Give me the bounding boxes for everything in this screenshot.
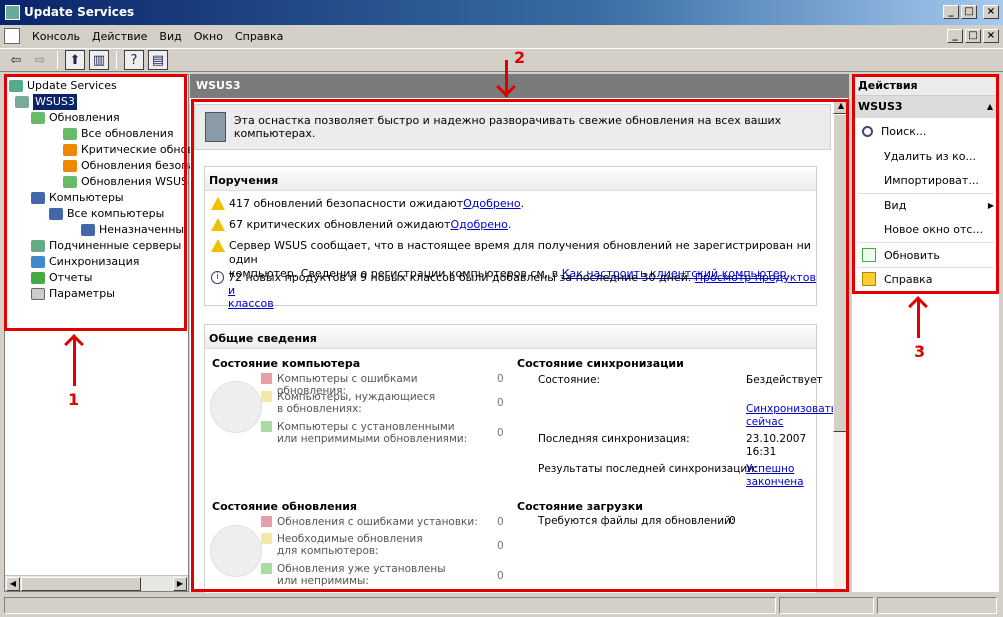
app-icon — [5, 5, 20, 20]
mdi-minimize-button[interactable]: _ — [947, 29, 963, 43]
forward-arrow-icon[interactable]: ⇨ — [30, 50, 50, 70]
annotation-label-1: 1 — [68, 390, 80, 409]
menu-window[interactable]: Окно — [188, 30, 229, 43]
mdi-close-button[interactable]: × — [983, 29, 999, 43]
annotation-label-2: 2 — [514, 48, 526, 67]
annotation-box-3 — [852, 74, 999, 294]
menu-action[interactable]: Действие — [86, 30, 153, 43]
scroll-left-icon[interactable]: ◀ — [6, 577, 20, 591]
console-icon[interactable] — [4, 28, 20, 44]
window-title: Update Services — [24, 5, 135, 19]
center-pane-header: WSUS3 — [190, 74, 849, 98]
mdi-restore-button[interactable]: □ — [965, 29, 981, 43]
up-folder-icon[interactable]: ⬆ — [65, 50, 85, 70]
menu-help[interactable]: Справка — [229, 30, 289, 43]
tree-horizontal-scrollbar[interactable]: ◀ ▶ — [5, 575, 188, 591]
annotation-box-1 — [4, 74, 187, 331]
title-bar: Update Services _ □ × — [0, 0, 1003, 25]
scroll-thumb[interactable] — [21, 577, 141, 591]
menu-console[interactable]: Консоль — [26, 30, 86, 43]
menu-bar: Консоль Действие Вид Окно Справка — [0, 25, 1003, 47]
annotation-label-3: 3 — [914, 342, 926, 361]
minimize-button[interactable]: _ — [943, 5, 959, 19]
scroll-right-icon[interactable]: ▶ — [173, 577, 187, 591]
help-icon[interactable]: ? — [124, 50, 144, 70]
annotation-box-2 — [191, 99, 849, 592]
back-arrow-icon[interactable]: ⇦ — [6, 50, 26, 70]
toolbar: ⇦ ⇨ ⬆ ▥ ? ▤ — [0, 48, 1003, 72]
show-hide-action-pane-icon[interactable]: ▤ — [148, 50, 168, 70]
maximize-button[interactable]: □ — [961, 5, 977, 19]
menu-view[interactable]: Вид — [153, 30, 187, 43]
close-button[interactable]: × — [983, 5, 999, 19]
status-bar — [0, 595, 1003, 617]
show-hide-tree-icon[interactable]: ▥ — [89, 50, 109, 70]
